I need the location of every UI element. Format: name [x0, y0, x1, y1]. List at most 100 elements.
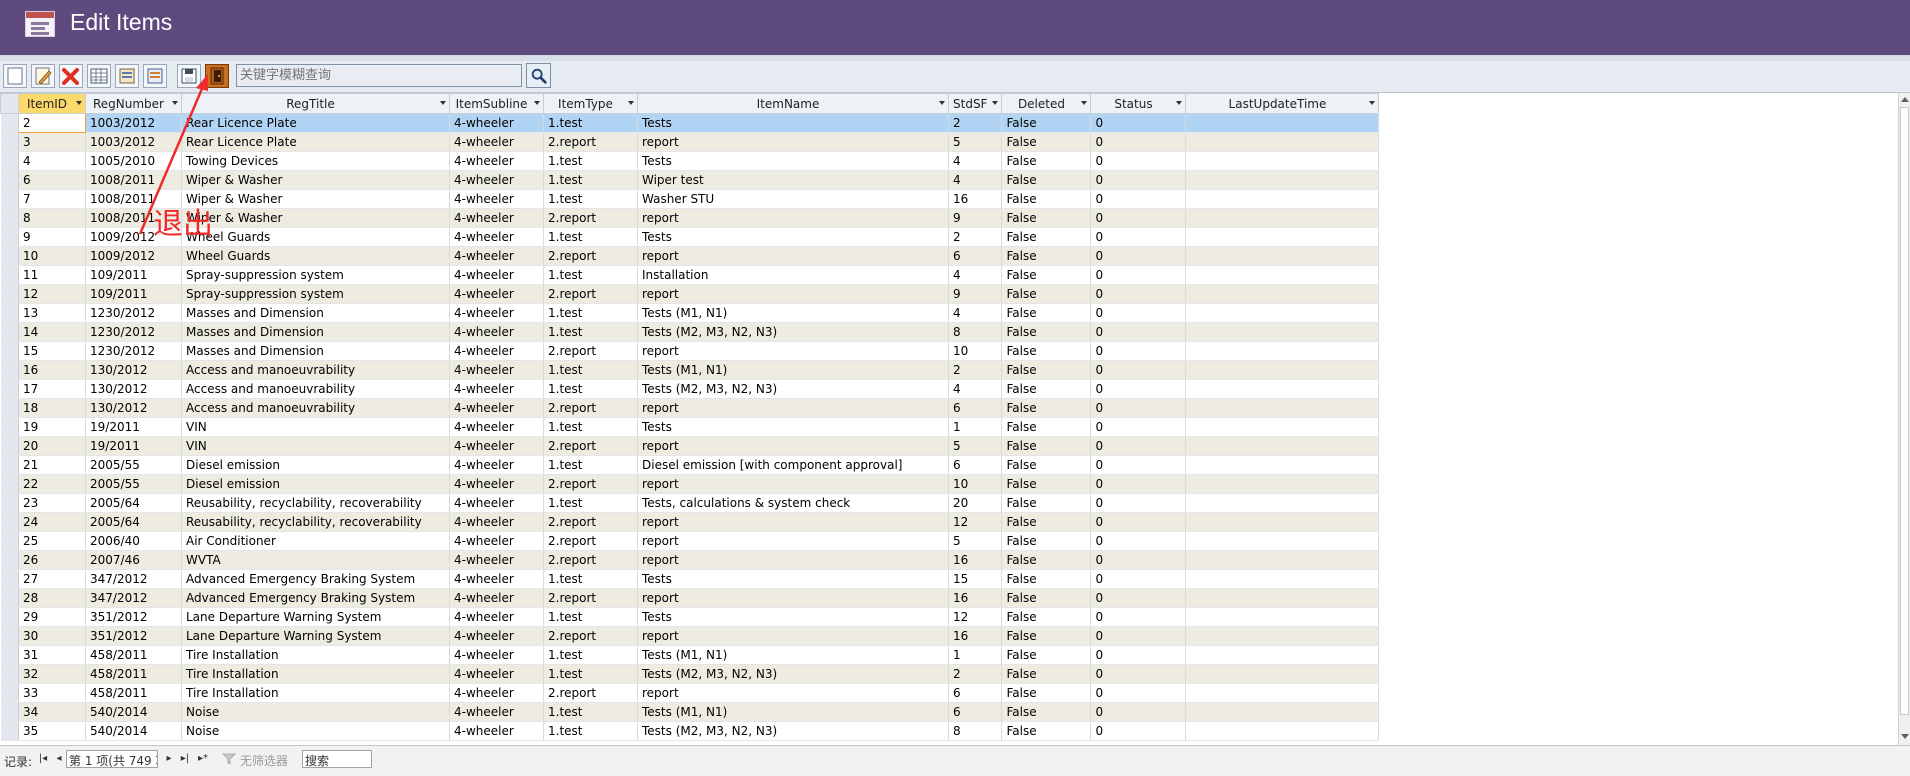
cell-itemid[interactable]: 9 — [18, 227, 86, 247]
column-header-itemtype[interactable]: ItemType — [543, 93, 638, 114]
cell-status[interactable]: 0 — [1090, 588, 1187, 608]
cell-itemtype[interactable]: 1.test — [543, 227, 638, 247]
cell-deleted[interactable]: False — [1001, 569, 1092, 589]
cell-regnumber[interactable]: 1008/2011 — [85, 170, 182, 190]
table-row[interactable]: 30 351/2012 Lane Departure Warning System 4… — [0, 626, 1380, 646]
cell-stdsf[interactable]: 2 — [948, 113, 1003, 133]
cell-itemtype[interactable]: 2.report — [543, 512, 638, 532]
cell-status[interactable]: 0 — [1090, 607, 1187, 627]
cell-status[interactable]: 0 — [1090, 246, 1187, 266]
cell-regnumber[interactable]: 458/2011 — [85, 645, 182, 665]
cell-deleted[interactable]: False — [1001, 322, 1092, 342]
column-header-stdsf[interactable]: StdSF — [947, 93, 1003, 114]
cell-itemtype[interactable]: 2.report — [543, 474, 638, 494]
cell-stdsf[interactable]: 10 — [948, 474, 1003, 494]
cell-itemtype[interactable]: 2.report — [543, 284, 638, 304]
row-selector[interactable] — [0, 588, 19, 608]
cell-regtitle[interactable]: Rear Licence Plate — [181, 132, 450, 152]
cell-itemsubline[interactable]: 4-wheeler — [449, 664, 544, 684]
cell-itemtype[interactable]: 1.test — [543, 170, 638, 190]
table-row[interactable]: 10 1009/2012 Wheel Guards 4-wheeler 2.report… — [0, 246, 1380, 266]
cell-regtitle[interactable]: Advanced Emergency Braking System — [181, 588, 450, 608]
cell-itemtype[interactable]: 1.test — [543, 702, 638, 722]
column-header-regtitle[interactable]: RegTitle — [181, 93, 450, 114]
prev-record-button[interactable]: ◂ — [54, 753, 64, 765]
cell-lastupdatetime[interactable] — [1185, 341, 1380, 361]
select-all-corner[interactable] — [0, 93, 19, 114]
table-row[interactable]: 2 1003/2012 Rear Licence Plate 4-wheeler 1.t… — [0, 113, 1380, 133]
cell-itemsubline[interactable]: 4-wheeler — [449, 284, 544, 304]
cell-itemtype[interactable]: 2.report — [543, 626, 638, 646]
cell-regnumber[interactable]: 1005/2010 — [85, 151, 182, 171]
cell-regtitle[interactable]: Air Conditioner — [181, 531, 450, 551]
column-dropdown-icon[interactable] — [440, 101, 446, 105]
cell-itemtype[interactable]: 1.test — [543, 360, 638, 380]
row-selector[interactable] — [0, 265, 19, 285]
cell-itemid[interactable]: 8 — [18, 208, 86, 228]
cell-status[interactable]: 0 — [1090, 455, 1187, 475]
cell-itemname[interactable]: Tests (M1, N1) — [637, 645, 949, 665]
column-dropdown-icon[interactable] — [1176, 101, 1183, 105]
vertical-scrollbar[interactable] — [1898, 93, 1910, 745]
cell-status[interactable]: 0 — [1090, 474, 1187, 494]
cell-stdsf[interactable]: 4 — [948, 151, 1003, 171]
cell-lastupdatetime[interactable] — [1185, 132, 1380, 152]
cell-itemname[interactable]: Tests (M1, N1) — [637, 303, 949, 323]
cell-regtitle[interactable]: Wheel Guards — [181, 246, 450, 266]
cell-deleted[interactable]: False — [1001, 265, 1092, 285]
cell-regnumber[interactable]: 19/2011 — [85, 436, 182, 456]
cell-itemsubline[interactable]: 4-wheeler — [449, 531, 544, 551]
cell-status[interactable]: 0 — [1090, 132, 1187, 152]
cell-regtitle[interactable]: Masses and Dimension — [181, 322, 450, 342]
cell-itemname[interactable]: Tests — [637, 227, 949, 247]
cell-itemname[interactable]: Tests — [637, 607, 949, 627]
cell-stdsf[interactable]: 6 — [948, 455, 1003, 475]
cell-itemname[interactable]: report — [637, 246, 949, 266]
table-row[interactable]: 33 458/2011 Tire Installation 4-wheeler 2.re… — [0, 683, 1380, 703]
first-record-button[interactable]: |◂ — [38, 753, 48, 765]
row-selector[interactable] — [0, 569, 19, 589]
save-button[interactable] — [177, 64, 201, 88]
cell-itemsubline[interactable]: 4-wheeler — [449, 436, 544, 456]
cell-status[interactable]: 0 — [1090, 645, 1187, 665]
cell-regtitle[interactable]: Noise — [181, 721, 450, 741]
cell-itemid[interactable]: 22 — [18, 474, 86, 494]
cell-itemid[interactable]: 7 — [18, 189, 86, 209]
cell-itemsubline[interactable]: 4-wheeler — [449, 493, 544, 513]
cell-status[interactable]: 0 — [1090, 493, 1187, 513]
cell-stdsf[interactable]: 4 — [948, 303, 1003, 323]
cell-itemname[interactable]: Wiper test — [637, 170, 949, 190]
cell-itemname[interactable]: Tests — [637, 569, 949, 589]
cell-lastupdatetime[interactable] — [1185, 607, 1380, 627]
cell-itemid[interactable]: 18 — [18, 398, 86, 418]
cell-itemsubline[interactable]: 4-wheeler — [449, 550, 544, 570]
column-header-status[interactable]: Status — [1090, 93, 1187, 114]
cell-stdsf[interactable]: 6 — [948, 702, 1003, 722]
cell-status[interactable]: 0 — [1090, 531, 1187, 551]
cell-regtitle[interactable]: Access and manoeuvrability — [181, 360, 450, 380]
cell-stdsf[interactable]: 5 — [948, 132, 1003, 152]
cell-itemtype[interactable]: 1.test — [543, 721, 638, 741]
cell-regtitle[interactable]: Lane Departure Warning System — [181, 607, 450, 627]
cell-stdsf[interactable]: 2 — [948, 664, 1003, 684]
table-row[interactable]: 27 347/2012 Advanced Emergency Braking Sys… — [0, 569, 1380, 589]
cell-itemsubline[interactable]: 4-wheeler — [449, 569, 544, 589]
cell-itemname[interactable]: report — [637, 626, 949, 646]
cell-itemname[interactable]: report — [637, 284, 949, 304]
scroll-thumb[interactable] — [1900, 107, 1909, 715]
cell-stdsf[interactable]: 6 — [948, 683, 1003, 703]
row-selector[interactable] — [0, 303, 19, 323]
cell-regtitle[interactable]: Spray-suppression system — [181, 284, 450, 304]
row-selector[interactable] — [0, 208, 19, 228]
cell-itemtype[interactable]: 2.report — [543, 531, 638, 551]
cell-itemsubline[interactable]: 4-wheeler — [449, 474, 544, 494]
cell-status[interactable]: 0 — [1090, 550, 1187, 570]
cell-deleted[interactable]: False — [1001, 512, 1092, 532]
table-row[interactable]: 4 1005/2010 Towing Devices 4-wheeler 1.test T… — [0, 151, 1380, 171]
cell-itemname[interactable]: Tests — [637, 151, 949, 171]
table-row[interactable]: 16 130/2012 Access and manoeuvrability 4-wh… — [0, 360, 1380, 380]
cell-itemid[interactable]: 21 — [18, 455, 86, 475]
cell-status[interactable]: 0 — [1090, 303, 1187, 323]
cell-itemsubline[interactable]: 4-wheeler — [449, 189, 544, 209]
cell-itemname[interactable]: Tests — [637, 113, 949, 133]
